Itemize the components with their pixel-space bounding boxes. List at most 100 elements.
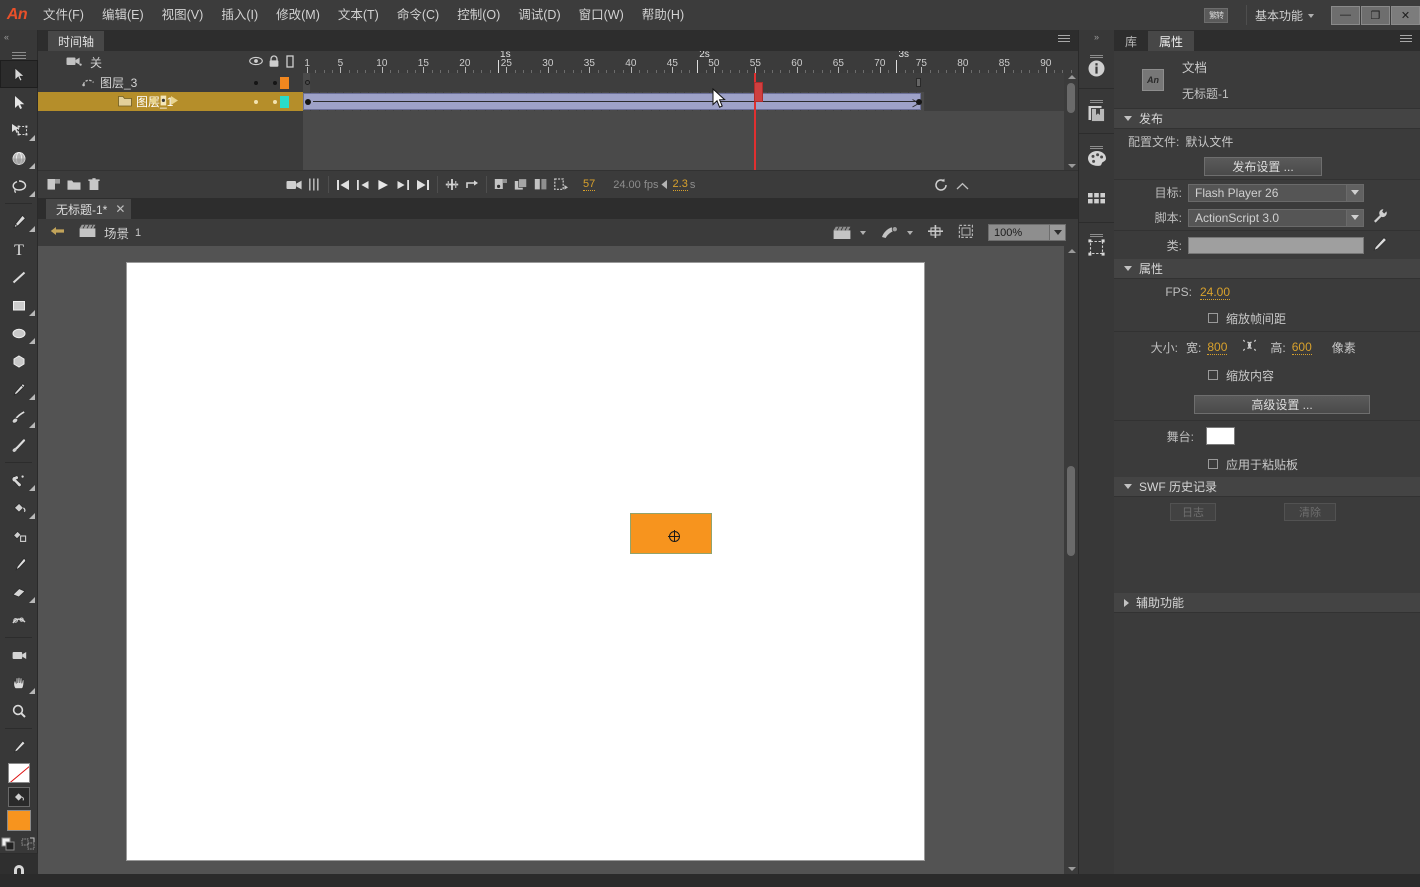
loop-icon[interactable]: [462, 174, 482, 196]
delete-layer-icon[interactable]: [84, 174, 104, 196]
center-stage-icon[interactable]: [927, 224, 944, 242]
timeline-panel-menu-icon[interactable]: [1058, 35, 1070, 36]
menu-edit[interactable]: 编辑(E): [93, 0, 153, 30]
tool-submenu-arrow[interactable]: [29, 310, 35, 316]
tool-submenu-arrow[interactable]: [29, 485, 35, 491]
document-tab[interactable]: 无标题-1* ✕: [46, 199, 132, 219]
blank-keyframe-marker[interactable]: [305, 80, 310, 85]
zoom-tool[interactable]: [0, 697, 38, 725]
insert-keyframe-icon[interactable]: [491, 174, 511, 196]
layer-visibility-dot[interactable]: [254, 99, 258, 104]
menu-file[interactable]: 文件(F): [34, 0, 93, 30]
swf-log-button[interactable]: 日志: [1170, 503, 1216, 521]
back-arrow-icon[interactable]: [50, 225, 65, 240]
tab-properties[interactable]: 属性: [1148, 31, 1195, 51]
chevron-down-icon[interactable]: [860, 230, 866, 235]
scroll-down-arrow-icon[interactable]: [1068, 867, 1076, 871]
zoom-out-frames-icon[interactable]: [956, 180, 969, 194]
layer-visibility-dot[interactable]: [254, 80, 258, 85]
tool-submenu-arrow[interactable]: [29, 394, 35, 400]
subselection-tool[interactable]: [0, 88, 38, 116]
dock-collapse-button[interactable]: »: [1079, 30, 1114, 44]
fill-color-bucket-icon[interactable]: [7, 787, 30, 807]
triangle-down-icon[interactable]: [1124, 484, 1132, 489]
menu-window[interactable]: 窗口(W): [570, 0, 633, 30]
panel-grip[interactable]: [1090, 145, 1103, 147]
keyframe-marker[interactable]: [305, 99, 311, 105]
chevron-down-icon[interactable]: [1049, 225, 1065, 240]
pen-tool[interactable]: [0, 207, 38, 235]
scale-spacing-checkbox[interactable]: [1208, 313, 1218, 323]
chevron-down-icon[interactable]: [1346, 209, 1363, 226]
swf-clear-button[interactable]: 清除: [1284, 503, 1336, 521]
eyedropper-tool[interactable]: [0, 550, 38, 578]
frame-row[interactable]: [303, 92, 1093, 111]
add-camera-icon[interactable]: [284, 174, 304, 196]
text-tool[interactable]: T: [0, 235, 38, 263]
paint-bucket-tool[interactable]: [0, 494, 38, 522]
scale-content-checkbox[interactable]: [1208, 370, 1218, 380]
triangle-down-icon[interactable]: [1124, 266, 1132, 271]
camera-tool[interactable]: [0, 641, 38, 669]
section-accessibility-header[interactable]: 辅助功能: [1114, 593, 1420, 613]
stage-area[interactable]: [38, 246, 1078, 874]
panel-grip[interactable]: [1090, 233, 1103, 235]
menu-control[interactable]: 控制(O): [448, 0, 509, 30]
tool-submenu-arrow[interactable]: [29, 226, 35, 232]
panel-grip[interactable]: [1090, 99, 1103, 101]
target-select[interactable]: Flash Player 26: [1188, 183, 1364, 202]
tool-submenu-arrow[interactable]: [29, 191, 35, 197]
new-layer-icon[interactable]: [44, 174, 64, 196]
menu-help[interactable]: 帮助(H): [633, 0, 693, 30]
stage-vertical-scrollbar[interactable]: [1064, 246, 1078, 874]
fit-stage-icon[interactable]: [958, 224, 974, 242]
advanced-settings-button[interactable]: 高级设置 ...: [1194, 394, 1370, 414]
stage-canvas[interactable]: [126, 262, 925, 861]
triangle-right-icon[interactable]: [1124, 598, 1129, 607]
cut-frame-icon[interactable]: [531, 174, 551, 196]
oval-tool[interactable]: [0, 319, 38, 347]
current-frame-value[interactable]: 57: [583, 178, 596, 191]
panel-grip[interactable]: [1090, 54, 1103, 56]
selection-tool[interactable]: [0, 60, 38, 88]
step-back-icon[interactable]: [353, 174, 373, 196]
eraser-tool[interactable]: [0, 578, 38, 606]
fill-color-swatch[interactable]: [6, 810, 31, 831]
free-transform-tool[interactable]: [0, 116, 38, 144]
script-select[interactable]: ActionScript 3.0: [1188, 208, 1364, 227]
play-icon[interactable]: [373, 174, 393, 196]
tool-submenu-arrow[interactable]: [29, 163, 35, 169]
toolbar-grip[interactable]: [0, 44, 37, 60]
menu-modify[interactable]: 修改(M): [267, 0, 329, 30]
paste-frame-icon[interactable]: [551, 174, 571, 196]
width-value[interactable]: 800: [1207, 340, 1228, 355]
tool-submenu-arrow[interactable]: [29, 513, 35, 519]
library-panel-icon[interactable]: [1079, 89, 1114, 133]
menu-commands[interactable]: 命令(C): [388, 0, 448, 30]
pencil-tool[interactable]: [0, 375, 38, 403]
outline-icon[interactable]: [286, 55, 294, 71]
close-button[interactable]: ✕: [1391, 5, 1420, 25]
stage-color-swatch[interactable]: [1206, 427, 1235, 445]
scroll-up-arrow-icon[interactable]: [1068, 249, 1076, 253]
timeline-vertical-scrollbar[interactable]: [1064, 73, 1078, 170]
class-input[interactable]: [1188, 236, 1364, 254]
lasso-tool[interactable]: [0, 172, 38, 200]
scrub-left-arrow-icon[interactable]: [660, 179, 669, 193]
stroke-color-pencil-icon[interactable]: [0, 732, 38, 760]
tool-submenu-arrow[interactable]: [29, 135, 35, 141]
swatches-panel-icon[interactable]: [1079, 178, 1114, 222]
section-swf-history-header[interactable]: SWF 历史记录: [1114, 477, 1420, 497]
publish-profile-value[interactable]: 默认文件: [1185, 133, 1233, 150]
hand-tool[interactable]: [0, 669, 38, 697]
center-frame-icon[interactable]: [442, 174, 462, 196]
layer-color-chip[interactable]: [280, 96, 289, 108]
language-toggle-button[interactable]: 繁转: [1203, 7, 1228, 23]
tool-submenu-arrow[interactable]: [29, 597, 35, 603]
go-to-end-icon[interactable]: [413, 174, 433, 196]
line-tool[interactable]: [0, 263, 38, 291]
height-value[interactable]: 600: [1291, 340, 1312, 355]
eye-icon[interactable]: [249, 55, 263, 70]
stroke-color-swatch[interactable]: [7, 763, 30, 783]
playhead-handle[interactable]: [754, 82, 763, 102]
